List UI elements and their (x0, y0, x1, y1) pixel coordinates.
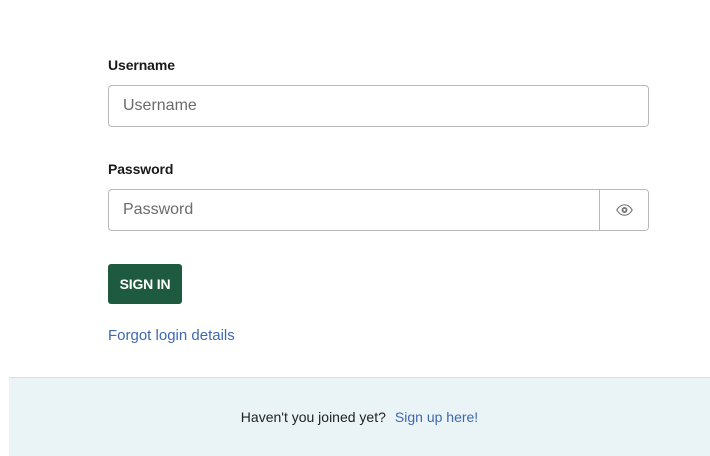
login-page: Username Password SIGN IN Forgot login d… (0, 0, 710, 456)
signup-footer: Haven't you joined yet? Sign up here! (9, 377, 710, 456)
password-label: Password (108, 161, 174, 177)
eye-icon (615, 204, 633, 216)
sign-in-button[interactable]: SIGN IN (108, 264, 182, 304)
forgot-login-link[interactable]: Forgot login details (108, 327, 235, 344)
show-password-toggle[interactable] (599, 190, 648, 230)
password-input[interactable] (109, 190, 599, 230)
username-label: Username (108, 57, 175, 73)
username-input[interactable] (108, 85, 649, 127)
sign-up-link[interactable]: Sign up here! (395, 409, 478, 425)
footer-text: Haven't you joined yet? (240, 409, 386, 425)
password-field-group (108, 189, 649, 231)
